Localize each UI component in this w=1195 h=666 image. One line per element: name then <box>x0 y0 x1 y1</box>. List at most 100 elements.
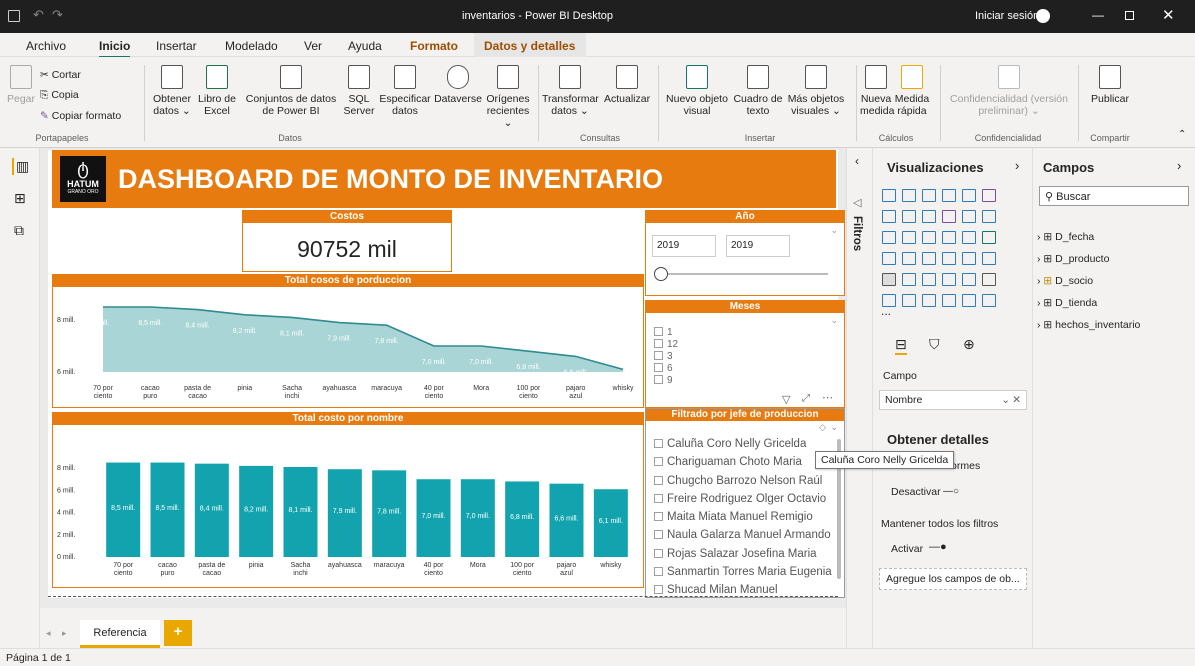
dataverse-button[interactable]: Dataverse <box>434 65 482 105</box>
tab-formato[interactable]: Formato <box>410 39 458 53</box>
list-item[interactable]: Naula Galarza Manuel Armando <box>654 526 832 544</box>
viz-type-icon[interactable] <box>982 210 996 223</box>
enter-data-button[interactable]: Especificar datos <box>378 65 432 117</box>
viz-type-icon[interactable] <box>902 210 916 223</box>
restore-icon[interactable] <box>1125 11 1134 20</box>
minimize-icon[interactable]: — <box>1092 8 1104 22</box>
cross-report-toggle[interactable]: —○ <box>943 486 959 497</box>
viz-type-icon[interactable] <box>962 252 976 265</box>
tab-modelado[interactable]: Modelado <box>225 39 278 53</box>
new-visual-button[interactable]: Nuevo objeto visual <box>664 65 730 117</box>
tab-insertar[interactable]: Insertar <box>156 39 197 53</box>
anio-from-input[interactable]: 2019 <box>652 235 716 257</box>
close-icon[interactable]: ✕ <box>1162 6 1175 24</box>
list-item[interactable]: 3 <box>654 351 678 363</box>
viz-type-icon[interactable] <box>922 252 936 265</box>
area-chart-visual[interactable]: Total cosos de porduccion 8 mill. 6 mill.… <box>52 274 644 408</box>
field-table-item[interactable]: › ⊞ hechos_inventario <box>1037 314 1140 336</box>
cut-button[interactable]: ✂ Cortar <box>40 69 81 81</box>
viz-type-icon[interactable] <box>922 273 936 286</box>
paste-button[interactable]: Pegar <box>6 65 36 105</box>
more-options-icon[interactable]: ⋯ <box>822 391 833 404</box>
filter-collapse-icon[interactable]: ◁ <box>853 196 861 209</box>
refresh-button[interactable]: Actualizar <box>604 65 650 105</box>
viz-type-icon[interactable] <box>942 210 956 223</box>
drillthrough-drop-zone[interactable]: Agregue los campos de ob... <box>879 568 1027 590</box>
keep-filters-toggle[interactable]: —● <box>929 541 947 553</box>
checkbox[interactable] <box>654 439 663 448</box>
checkbox[interactable] <box>654 493 663 503</box>
viz-type-icon[interactable] <box>942 273 956 286</box>
list-item[interactable]: Rojas Salazar Josefina Maria <box>654 545 832 563</box>
expand-fields-icon[interactable]: › <box>1177 158 1181 173</box>
viz-type-icon[interactable] <box>882 231 896 244</box>
redo-icon[interactable]: ↷ <box>52 7 63 23</box>
viz-type-icon[interactable] <box>962 189 976 202</box>
chevron-down-icon[interactable]: ⌄ <box>1001 394 1010 406</box>
checkbox[interactable] <box>654 351 663 360</box>
viz-type-icon[interactable] <box>962 231 976 244</box>
checkbox[interactable] <box>654 375 663 384</box>
list-item[interactable]: Caluña Coro Nelly Gricelda <box>654 435 832 453</box>
avatar[interactable] <box>1036 9 1050 23</box>
viz-type-icon[interactable] <box>942 294 956 307</box>
checkbox[interactable] <box>654 512 663 522</box>
tab-archivo[interactable]: Archivo <box>26 39 66 53</box>
tab-datos-detalles[interactable]: Datos y detalles <box>484 39 575 53</box>
next-page-icon[interactable]: ▸ <box>62 628 67 639</box>
add-page-button[interactable]: + <box>164 620 192 646</box>
checkbox[interactable] <box>654 327 663 336</box>
pbi-datasets-button[interactable]: Conjuntos de datos de Power BI <box>242 65 340 117</box>
viz-type-icon[interactable] <box>922 231 936 244</box>
checkbox[interactable] <box>654 339 663 348</box>
quick-measure-button[interactable]: Medida rápida <box>894 65 930 117</box>
checkbox[interactable] <box>654 475 663 485</box>
save-icon[interactable] <box>8 10 20 22</box>
more-visuals-button[interactable]: Más objetos visuales ⌄ <box>786 65 846 117</box>
copy-button[interactable]: ⎘ Copia <box>40 89 79 101</box>
field-table-item[interactable]: › ⊞ D_producto <box>1037 248 1140 270</box>
tab-inicio[interactable]: Inicio <box>99 39 131 58</box>
fields-search[interactable]: ⚲ Buscar <box>1039 186 1189 206</box>
checkbox[interactable] <box>654 567 663 577</box>
field-table-item[interactable]: › ⊞ D_tienda <box>1037 292 1140 314</box>
viz-type-icon[interactable] <box>902 294 916 307</box>
filters-label[interactable]: Filtros <box>851 216 863 251</box>
viz-type-icon[interactable] <box>902 189 916 202</box>
transform-data-button[interactable]: Transformar datos ⌄ <box>542 65 599 117</box>
viz-type-icon[interactable] <box>922 189 936 202</box>
model-view-icon[interactable]: ⧉ <box>14 222 24 239</box>
checkbox[interactable] <box>654 585 663 595</box>
collapse-ribbon-icon[interactable]: ⌃ <box>1178 129 1186 140</box>
chevron-down-icon[interactable]: ⌄ <box>830 422 838 433</box>
undo-icon[interactable]: ↶ <box>33 7 44 23</box>
viz-type-icon[interactable] <box>982 189 996 202</box>
list-item[interactable]: 6 <box>654 363 678 375</box>
focus-mode-icon[interactable]: ⤢ <box>802 393 810 404</box>
viz-type-icon[interactable] <box>962 273 976 286</box>
sensitivity-button[interactable]: Confidencialidad (versión preliminar) ⌄ <box>946 65 1072 117</box>
anio-to-input[interactable]: 2019 <box>726 235 790 257</box>
list-item[interactable]: Chariguaman Choto Maria <box>654 453 832 471</box>
list-item[interactable]: 12 <box>654 339 678 351</box>
viz-type-icon[interactable] <box>982 231 996 244</box>
list-item[interactable]: Chugcho Barrozo Nelson Raúl <box>654 472 832 490</box>
expand-viz-icon[interactable]: › <box>1015 158 1019 173</box>
get-data-button[interactable]: Obtener datos ⌄ <box>152 65 192 117</box>
textbox-button[interactable]: Cuadro de texto <box>732 65 784 117</box>
viz-type-icon[interactable] <box>882 210 896 223</box>
costos-card[interactable]: Costos 90752 mil <box>242 210 452 272</box>
meses-slicer[interactable]: Meses ⌄ 1 12 3 6 9 ▽ ⤢ ⋯ <box>645 300 845 408</box>
page-tab-referencia[interactable]: Referencia <box>80 620 160 648</box>
list-item[interactable]: 9 <box>654 375 678 387</box>
list-item[interactable]: Freire Rodriguez Olger Octavio <box>654 490 832 508</box>
filter-icon[interactable]: ▽ <box>782 393 790 406</box>
checkbox[interactable] <box>654 457 663 467</box>
viz-type-icon[interactable] <box>882 273 896 286</box>
tab-ver[interactable]: Ver <box>304 39 322 53</box>
excel-button[interactable]: Libro de Excel <box>196 65 238 117</box>
viz-type-icon[interactable] <box>902 252 916 265</box>
field-table-item[interactable]: › ⊞ D_socio <box>1037 270 1140 292</box>
viz-type-icon[interactable] <box>982 273 996 286</box>
chevron-down-icon[interactable]: ⌄ <box>830 225 838 236</box>
